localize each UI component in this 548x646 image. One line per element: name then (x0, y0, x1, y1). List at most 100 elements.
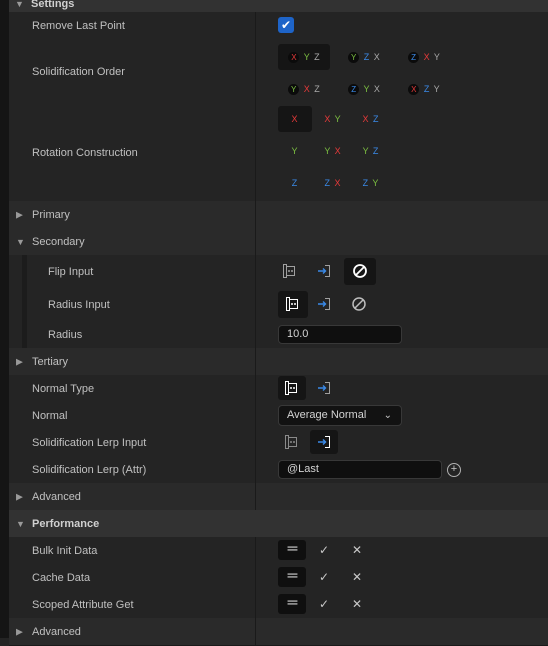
axis-letter: Y (362, 146, 370, 156)
row-solidification-lerp-input: Solidification Lerp Input (9, 429, 548, 457)
collapse-triangle-icon[interactable]: ▼ (16, 519, 25, 529)
solidification-order-option[interactable]: X Z Y (398, 76, 450, 102)
category-label: Advanced (32, 490, 81, 503)
rotation-construction-option[interactable]: Y X (316, 138, 350, 164)
axis-letter: X (423, 52, 431, 62)
indent-bar (22, 321, 27, 348)
solidification-order-option[interactable]: Y X Z (278, 76, 330, 102)
property-label: Normal (32, 409, 68, 422)
column-divider (255, 591, 256, 618)
column-divider (255, 375, 256, 402)
close-icon[interactable]: ✕ (352, 594, 362, 614)
expand-triangle-icon[interactable]: ▶ (16, 209, 23, 220)
property-label: Solidification Lerp Input (32, 436, 147, 449)
collapse-triangle-icon[interactable]: ▼ (15, 0, 24, 9)
disabled-mode-button[interactable] (344, 258, 376, 285)
property-label: Bulk Init Data (32, 544, 98, 557)
axis-letter: Z (314, 84, 321, 94)
default-value-button[interactable]: == (278, 540, 306, 560)
property-label: Radius Input (48, 298, 110, 311)
close-icon[interactable]: ✕ (352, 567, 362, 587)
property-label: Cache Data (32, 571, 91, 584)
axis-letter: X (373, 52, 381, 62)
property-label: Rotation Construction (32, 146, 138, 159)
category-primary[interactable]: ▶ Primary (9, 201, 548, 229)
attribute-mode-button[interactable] (310, 259, 338, 283)
rotation-construction-option[interactable]: X (278, 106, 312, 132)
checkmark-icon[interactable]: ✓ (319, 567, 329, 587)
constant-mode-button[interactable] (278, 376, 306, 400)
solidification-order-option[interactable]: Z X Y (398, 44, 450, 70)
rotation-construction-option[interactable]: X Z (354, 106, 388, 132)
axis-letter: Z (291, 178, 299, 188)
performance-row: Bulk Init Data == ✓ ✕ (9, 537, 548, 565)
category-advanced[interactable]: ▶ Advanced (9, 618, 548, 646)
expand-triangle-icon[interactable]: ▶ (16, 626, 23, 637)
attribute-mode-button[interactable] (310, 292, 338, 316)
radius-input[interactable]: 10.0 (278, 325, 402, 344)
row-solidification-lerp-attr: Solidification Lerp (Attr) @Last + (9, 456, 548, 484)
default-value-button[interactable]: == (278, 567, 306, 587)
solidification-order-option[interactable]: Z Y X (338, 76, 390, 102)
constant-icon (283, 264, 295, 278)
disabled-mode-button[interactable] (344, 292, 372, 316)
property-label: Remove Last Point (32, 20, 125, 32)
default-value-button[interactable]: == (278, 594, 306, 614)
row-remove-last-point: Remove Last Point ✔ (9, 12, 548, 41)
expand-triangle-icon[interactable]: ▶ (16, 491, 23, 502)
primary-axis-badge: X (288, 52, 300, 63)
rotation-construction-option[interactable]: Z (278, 170, 312, 196)
row-flip-input: Flip Input (9, 255, 548, 289)
constant-mode-button[interactable] (276, 259, 304, 283)
axis-letter: Y (433, 84, 441, 94)
category-label: Tertiary (32, 355, 69, 368)
column-divider (255, 12, 256, 40)
checkmark-icon[interactable]: ✓ (319, 540, 329, 560)
category-performance[interactable]: ▼ Performance (9, 510, 548, 538)
attribute-mode-button[interactable] (310, 376, 338, 400)
axis-letter: Z (372, 146, 380, 156)
axis-letter: Y (363, 84, 371, 94)
axis-letter: X (303, 84, 311, 94)
primary-axis-badge: Z (408, 52, 420, 63)
collapse-triangle-icon[interactable]: ▼ (16, 237, 25, 247)
expand-triangle-icon[interactable]: ▶ (16, 356, 23, 367)
rotation-construction-option[interactable]: X Y (316, 106, 350, 132)
rotation-construction-option[interactable]: Z X (316, 170, 350, 196)
primary-axis-badge: Z (348, 84, 360, 95)
column-divider (255, 483, 256, 510)
axis-letter: Z (373, 114, 380, 124)
category-secondary[interactable]: ▼ Secondary (9, 228, 548, 256)
axis-letter: Z (362, 178, 370, 188)
primary-axis-badge: Y (288, 84, 300, 95)
constant-mode-button[interactable] (278, 291, 308, 318)
disabled-icon (352, 297, 366, 311)
property-label: Radius (48, 328, 83, 341)
attribute-input-icon (318, 265, 330, 277)
rotation-construction-option[interactable]: Y (278, 138, 312, 164)
attribute-mode-button[interactable] (310, 430, 338, 454)
close-icon[interactable]: ✕ (352, 540, 362, 560)
category-label: Performance (32, 517, 100, 530)
category-tertiary[interactable]: ▶ Tertiary (9, 348, 548, 376)
category-advanced[interactable]: ▶ Advanced (9, 483, 548, 511)
constant-icon (285, 435, 297, 449)
solidification-order-option[interactable]: Y Z X (338, 44, 390, 70)
axis-letter: Y (433, 52, 441, 62)
disabled-icon (353, 264, 367, 278)
column-divider (255, 618, 256, 645)
column-divider (255, 564, 256, 591)
rotation-construction-option[interactable]: Y Z (354, 138, 388, 164)
axis-letter: X (334, 146, 342, 156)
property-label: Normal Type (32, 382, 95, 395)
constant-mode-button[interactable] (278, 430, 306, 454)
axis-letter: X (334, 178, 342, 188)
checkmark-icon[interactable]: ✓ (319, 594, 329, 614)
constant-icon (285, 381, 297, 395)
normal-dropdown[interactable]: Average Normal ⌄ (278, 405, 402, 426)
lerp-attribute-input[interactable]: @Last (278, 460, 442, 479)
rotation-construction-option[interactable]: Z Y (354, 170, 388, 196)
add-attribute-icon[interactable]: + (447, 463, 461, 477)
solidification-order-option[interactable]: X Y Z (278, 44, 330, 70)
remove-last-point-checkbox[interactable]: ✔ (278, 17, 294, 33)
